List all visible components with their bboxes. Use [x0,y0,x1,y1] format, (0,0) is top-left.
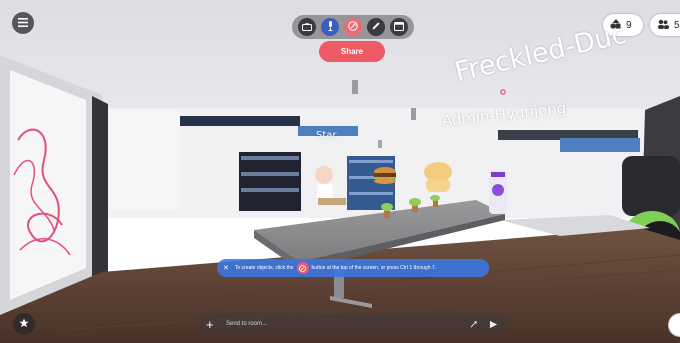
hint-suffix: button at the top of the screen, or pres… [311,265,437,271]
hamburger-menu-icon [18,14,28,32]
star-label: Star [316,130,337,141]
avatar-indicator-dot [500,80,506,99]
objects-count: 9 [626,19,632,31]
hint-prefix: To create objects, click the [234,265,294,271]
media-frame-button[interactable] [389,18,408,36]
microphone-icon [327,18,334,36]
camera-icon [302,18,313,36]
menu-button[interactable] [12,12,34,34]
close-hint-icon[interactable]: ✕ [223,264,229,272]
microphone-button[interactable] [321,18,340,36]
star-icon [19,315,29,333]
chat-bar: + Send to room... [198,314,508,334]
hubs-room-view: Share 9 5 Freckled-Duc Admin-Hyunjong St… [0,0,680,343]
pen-button[interactable] [366,18,385,36]
room-people-button[interactable]: 5 [650,14,680,36]
camera-button[interactable] [298,18,317,36]
people-count: 5 [674,19,680,31]
favorites-button[interactable] [13,313,35,335]
top-toolbar [292,15,414,39]
create-object-icon [348,18,358,36]
send-icon[interactable] [486,320,500,329]
create-object-icon [296,262,309,274]
create-object-button[interactable] [343,18,362,36]
create-objects-hint: ✕ To create objects, click the button at… [217,259,489,277]
emoji-icon[interactable] [466,320,480,329]
add-media-icon[interactable]: + [206,317,220,332]
chat-input[interactable]: Send to room... [226,321,460,327]
people-icon [657,19,669,32]
share-button-label: Share [340,47,364,56]
share-button[interactable]: Share [319,41,385,62]
pen-icon [371,18,381,36]
media-frame-icon [393,18,404,36]
